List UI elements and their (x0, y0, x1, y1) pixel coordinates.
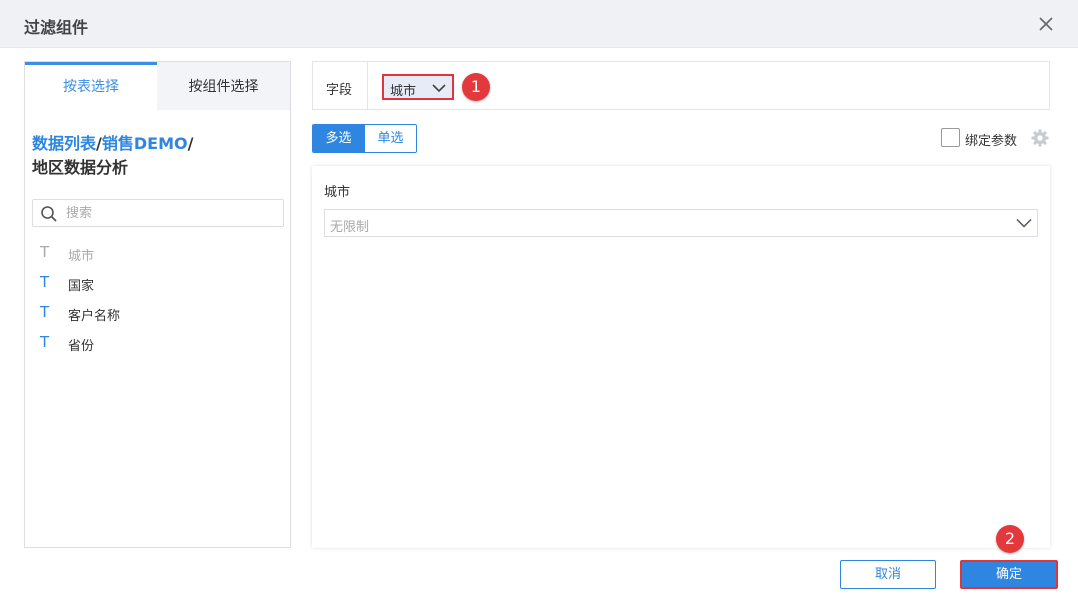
field-item-city[interactable]: T 城市 (25, 238, 290, 268)
field-item-customer-name[interactable]: T 客户名称 (25, 298, 290, 328)
breadcrumb-data-list[interactable]: 数据列表 (32, 134, 96, 153)
field-select-value: 城市 (390, 84, 417, 99)
text-type-icon: T (40, 243, 50, 261)
field-bar: 字段 城市 (312, 61, 1050, 110)
field-item-label: 客户名称 (68, 309, 121, 324)
breadcrumb-current: 地区数据分析 (32, 158, 129, 177)
text-type-icon: T (40, 273, 50, 291)
step-marker-2: 2 (996, 525, 1024, 553)
tab-by-table[interactable]: 按表选择 (25, 62, 157, 110)
field-item-country[interactable]: T 国家 (25, 268, 290, 298)
field-list: T 城市 T 国家 T 客户名称 T 省份 (25, 238, 290, 358)
chevron-down-icon (1016, 218, 1032, 228)
preview-label: 城市 (324, 185, 351, 200)
field-item-province[interactable]: T 省份 (25, 328, 290, 358)
field-item-label: 省份 (68, 339, 95, 354)
breadcrumb-separator: / (187, 134, 194, 153)
single-select-option[interactable]: 单选 (364, 125, 416, 152)
breadcrumb-sales-demo[interactable]: 销售DEMO (102, 134, 188, 153)
search-box (32, 199, 284, 227)
multi-select-option[interactable]: 多选 (313, 125, 364, 152)
filter-preview: 城市 无限制 (312, 166, 1050, 548)
confirm-button[interactable]: 确定 (960, 560, 1058, 589)
preview-dropdown[interactable]: 无限制 (324, 209, 1038, 237)
dialog-header: 过滤组件 (0, 0, 1078, 48)
field-item-label: 城市 (68, 249, 95, 264)
source-tabs: 按表选择 按组件选择 (25, 62, 290, 110)
tab-by-component[interactable]: 按组件选择 (157, 62, 290, 110)
field-label-cell: 字段 (313, 62, 368, 109)
bind-param-checkbox[interactable] (941, 128, 960, 147)
preview-dropdown-value: 无限制 (330, 220, 370, 235)
cancel-button[interactable]: 取消 (840, 560, 936, 589)
dialog-title: 过滤组件 (24, 18, 89, 37)
chevron-down-icon (432, 84, 446, 93)
gear-icon[interactable] (1031, 129, 1049, 147)
search-icon (41, 206, 57, 222)
text-type-icon: T (40, 333, 50, 351)
left-panel: 按表选择 按组件选择 数据列表/销售DEMO/ 地区数据分析 T 城市 T 国家… (24, 61, 291, 548)
field-item-label: 国家 (68, 279, 95, 294)
bind-param-label: 绑定参数 (965, 134, 1018, 149)
field-label: 字段 (326, 83, 353, 98)
close-icon[interactable] (1036, 14, 1056, 34)
breadcrumb: 数据列表/销售DEMO/ 地区数据分析 (32, 132, 282, 180)
text-type-icon: T (40, 303, 50, 321)
field-select[interactable]: 城市 (382, 74, 454, 100)
search-input[interactable] (66, 204, 276, 222)
step-marker-1: 1 (462, 73, 490, 101)
selection-mode-toggle: 多选 单选 (312, 124, 417, 153)
